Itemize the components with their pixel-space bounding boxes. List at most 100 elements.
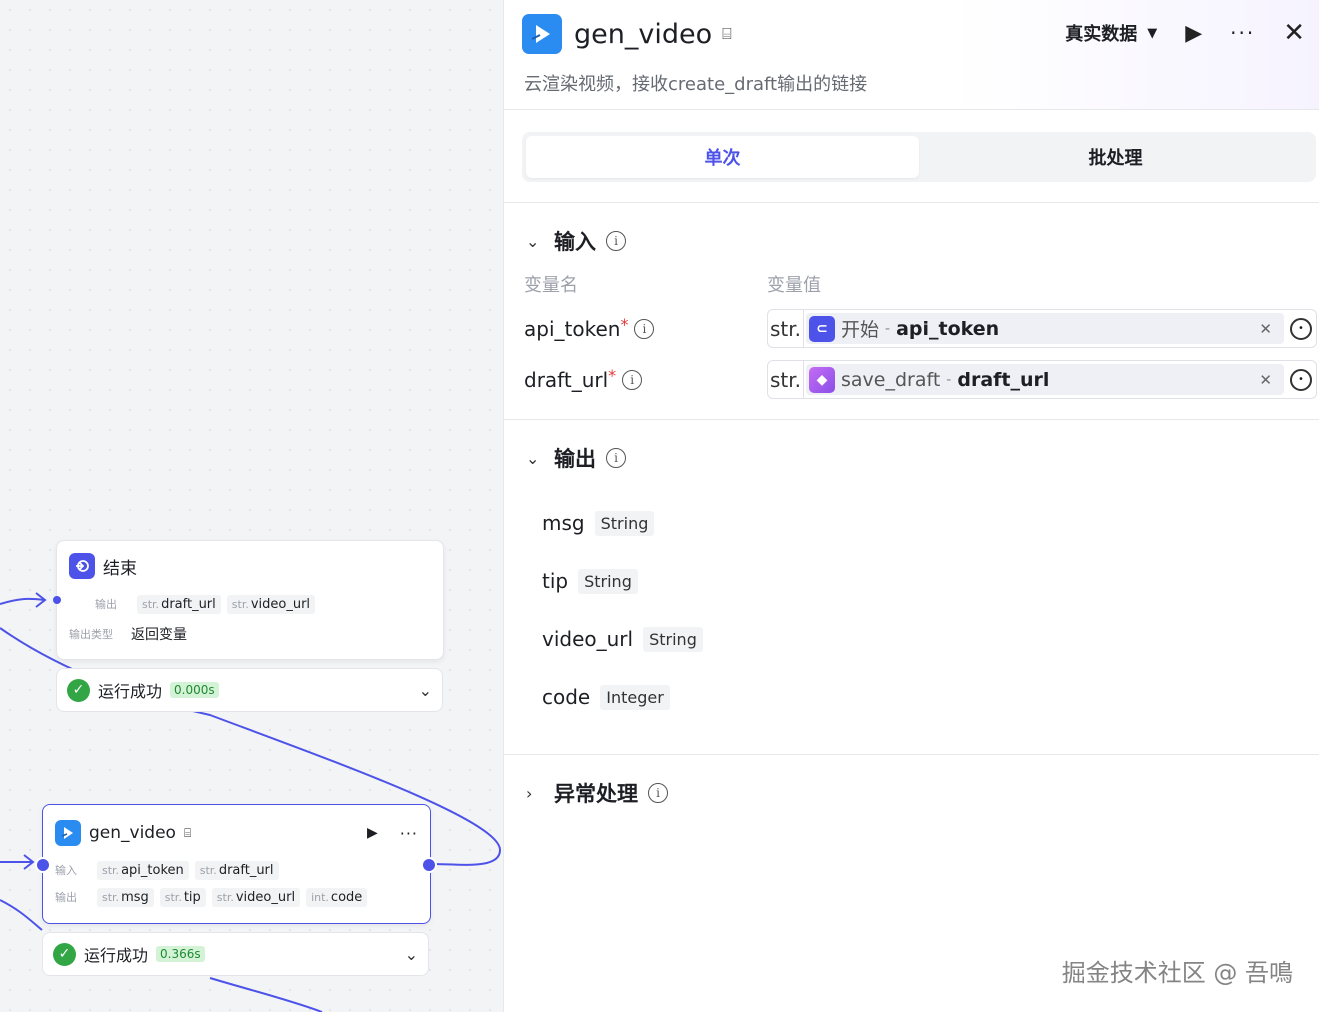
chevron-down-icon: ⌄ <box>526 231 540 251</box>
output-row: msg String <box>504 494 1319 552</box>
gen-output-chip: str. tip <box>159 887 206 907</box>
output-name: tip <box>542 569 569 593</box>
ref-separator: - <box>946 371 952 388</box>
plugin-badge-icon: ⌸ <box>183 825 192 840</box>
var-name: api_token <box>524 316 621 341</box>
required-mark: * <box>608 366 617 385</box>
ref-source: 开始 <box>841 319 880 341</box>
gen-video-node[interactable]: gen_video ⌸ ▶ ··· 输入 str. api_token str. d… <box>42 804 431 924</box>
input-row-draft-url: draft_url * i str. ◆ save_draft - draft_… <box>504 354 1319 405</box>
col-var-name: 变量名 <box>524 275 578 296</box>
end-output-type-label: 输出类型 <box>69 628 113 641</box>
var-value-field[interactable]: str. ⊂ 开始 - api_token ✕ • <box>767 309 1317 348</box>
input-section-header[interactable]: ⌄ 输入 i <box>504 203 1319 279</box>
output-row: tip String <box>504 552 1319 610</box>
clear-icon[interactable]: ✕ <box>1259 320 1272 338</box>
end-status-time: 0.000s <box>170 682 219 698</box>
gen-status-text: 运行成功 <box>84 946 149 965</box>
output-name: code <box>542 685 591 709</box>
output-section-title: 输出 <box>554 447 596 471</box>
var-name: draft_url <box>524 367 609 392</box>
var-value-field[interactable]: str. ◆ save_draft - draft_url ✕ • <box>767 360 1317 399</box>
output-type: String <box>578 568 638 594</box>
gen-node-output-port[interactable] <box>421 857 437 873</box>
input-row-api-token: api_token * i str. ⊂ 开始 - api_token ✕ • <box>504 303 1319 354</box>
end-output-chip: str. draft_url <box>137 594 221 614</box>
error-section-title: 异常处理 <box>554 782 638 806</box>
gen-input-label: 输入 <box>55 864 77 877</box>
mode-tabs: 单次 批处理 <box>522 132 1316 182</box>
gen-input-chip: str. draft_url <box>194 860 279 880</box>
var-reference[interactable]: ⊂ 开始 - api_token ✕ <box>806 313 1284 344</box>
success-check-icon: ✓ <box>53 942 76 966</box>
info-icon[interactable]: i <box>634 318 655 339</box>
chevron-down-icon[interactable]: ⌄ <box>405 945 418 964</box>
panel-description: 云渲染视频，接收create_draft输出的链接 <box>524 74 868 95</box>
gen-output-chip: str. msg <box>97 887 154 907</box>
plugin-badge-icon: ⌸ <box>722 24 732 43</box>
data-source-select[interactable]: 真实数据 ▼ <box>1065 20 1157 46</box>
watermark: 掘金技术社区 @ 吾鳴 <box>1061 959 1293 987</box>
end-status-text: 运行成功 <box>98 682 163 701</box>
more-icon[interactable]: ··· <box>1230 21 1255 45</box>
clear-icon[interactable]: ✕ <box>1259 371 1272 389</box>
end-output-chip: str. video_url <box>226 594 316 614</box>
close-icon[interactable]: ✕ <box>1283 18 1305 48</box>
gen-output-chip: str. video_url <box>211 887 301 907</box>
required-mark: * <box>620 315 629 334</box>
run-node-icon[interactable]: ▶ <box>367 825 378 841</box>
edge-lower-2 <box>209 977 323 1012</box>
edge-into-end <box>0 597 45 605</box>
plugin-icon <box>55 820 81 846</box>
var-reference[interactable]: ◆ save_draft - draft_url ✕ <box>806 364 1284 395</box>
input-section-title: 输入 <box>554 230 596 254</box>
var-type: str. <box>768 310 804 347</box>
tab-batch[interactable]: 批处理 <box>919 136 1312 178</box>
ref-source: save_draft <box>841 368 941 391</box>
info-icon[interactable]: i <box>606 448 626 468</box>
output-row: code Integer <box>504 668 1319 726</box>
panel-title: gen_video <box>574 18 713 50</box>
plugin-cube-icon: ◆ <box>809 366 835 393</box>
gen-output-label: 输出 <box>55 891 77 904</box>
panel-header: gen_video ⌸ 云渲染视频，接收create_draft输出的链接 真实… <box>504 0 1319 110</box>
ref-separator: - <box>885 320 891 337</box>
gen-status-time: 0.366s <box>156 946 205 962</box>
info-icon[interactable]: i <box>622 369 643 390</box>
edge-lower-1 <box>0 899 43 931</box>
info-icon[interactable]: i <box>606 231 626 251</box>
data-source-label: 真实数据 <box>1065 24 1138 45</box>
tab-single[interactable]: 单次 <box>526 136 919 178</box>
workflow-canvas[interactable]: 结束 输出 str. draft_url str. video_url 输出类型 返… <box>0 0 503 1012</box>
output-name: msg <box>542 511 585 535</box>
caret-down-icon: ▼ <box>1147 25 1158 41</box>
variable-picker-icon[interactable]: • <box>1290 317 1312 340</box>
end-output-type-value: 返回变量 <box>131 627 187 643</box>
more-icon[interactable]: ··· <box>400 824 418 843</box>
info-icon[interactable]: i <box>648 783 668 803</box>
variable-picker-icon[interactable]: • <box>1290 368 1312 391</box>
output-type: Integer <box>600 684 670 710</box>
chevron-down-icon: ⌄ <box>526 448 540 468</box>
end-run-status[interactable]: ✓ 运行成功 0.000s ⌄ <box>56 668 443 712</box>
output-row: video_url String <box>504 610 1319 668</box>
var-type: str. <box>768 361 804 398</box>
col-var-value: 变量值 <box>767 275 821 296</box>
start-node-icon: ⊂ <box>809 315 835 342</box>
success-check-icon: ✓ <box>67 678 90 702</box>
input-section: ⌄ 输入 i 变量名 变量值 api_token * i str. ⊂ 开始 -… <box>504 203 1319 420</box>
end-node-input-port[interactable] <box>53 596 61 604</box>
ref-field: draft_url <box>957 368 1050 391</box>
end-node-icon <box>69 553 95 579</box>
run-icon[interactable]: ▶ <box>1185 21 1202 46</box>
gen-node-input-port[interactable] <box>35 857 51 873</box>
chevron-down-icon[interactable]: ⌄ <box>419 681 432 700</box>
gen-run-status[interactable]: ✓ 运行成功 0.366s ⌄ <box>42 932 429 976</box>
end-node[interactable]: 结束 输出 str. draft_url str. video_url 输出类型 返… <box>56 540 444 660</box>
error-section-header[interactable]: › 异常处理 i <box>504 755 1319 831</box>
output-section-header[interactable]: ⌄ 输出 i <box>504 420 1319 496</box>
end-node-title: 结束 <box>103 558 137 579</box>
ref-field: api_token <box>896 317 1000 340</box>
output-name: video_url <box>542 627 634 651</box>
gen-input-chip: str. api_token <box>97 860 189 880</box>
